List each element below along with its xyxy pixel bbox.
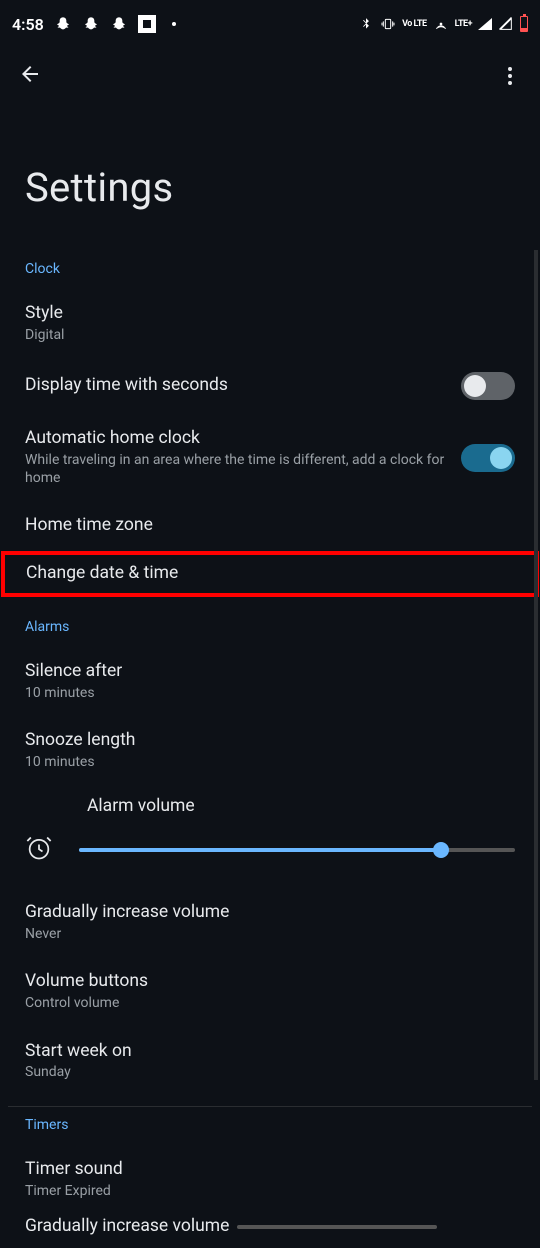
auto-home-clock-toggle[interactable] xyxy=(461,444,515,472)
snapchat-icon xyxy=(110,15,128,33)
setting-timer-sound[interactable]: Timer sound Timer Expired xyxy=(0,1145,540,1214)
setting-snooze-length[interactable]: Snooze length 10 minutes xyxy=(0,716,540,785)
app-bar xyxy=(0,48,540,104)
picture-in-picture-icon xyxy=(138,15,156,33)
setting-style[interactable]: Style Digital xyxy=(0,289,540,358)
setting-title: Change date & time xyxy=(26,563,514,585)
hotspot-icon xyxy=(433,16,449,32)
setting-subtitle: While traveling in an area where the tim… xyxy=(25,452,449,487)
lte-indicator: LTE+ xyxy=(455,19,472,29)
setting-value: Sunday xyxy=(25,1064,515,1082)
setting-title: Home time zone xyxy=(25,515,515,537)
alarm-volume-slider[interactable] xyxy=(79,848,515,852)
setting-title: Snooze length xyxy=(25,730,515,752)
signal-icon xyxy=(478,18,492,30)
setting-home-time-zone[interactable]: Home time zone xyxy=(0,501,540,551)
setting-title: Display time with seconds xyxy=(25,375,449,397)
setting-gradually-increase-volume[interactable]: Gradually increase volume Never xyxy=(0,888,540,957)
setting-silence-after[interactable]: Silence after 10 minutes xyxy=(0,647,540,716)
status-bar: 4:58 Vo LTE LTE+ xyxy=(0,0,540,48)
snapchat-icon xyxy=(82,15,100,33)
setting-title: Gradually increase volume xyxy=(25,902,515,924)
setting-value: Timer Expired xyxy=(25,1183,515,1201)
bluetooth-icon xyxy=(358,16,374,32)
setting-title: Start week on xyxy=(25,1041,515,1063)
setting-display-seconds[interactable]: Display time with seconds xyxy=(0,358,540,414)
setting-value: Never xyxy=(25,926,515,944)
setting-title: Automatic home clock xyxy=(25,428,449,450)
setting-start-week-on[interactable]: Start week on Sunday xyxy=(0,1027,540,1096)
notification-dot-icon xyxy=(172,22,176,26)
vibrate-icon xyxy=(380,16,396,32)
section-header-clock: Clock xyxy=(0,251,540,289)
section-header-alarms: Alarms xyxy=(0,597,540,647)
no-signal-icon xyxy=(498,16,514,32)
setting-value: Control volume xyxy=(25,995,515,1013)
setting-value: Digital xyxy=(25,327,515,345)
status-time: 4:58 xyxy=(12,15,44,34)
setting-title: Style xyxy=(25,303,515,325)
setting-value: 10 minutes xyxy=(25,754,515,772)
setting-timer-gradual-volume[interactable]: Gradually increase volume xyxy=(0,1214,540,1248)
timer-volume-slider[interactable] xyxy=(237,1225,437,1229)
section-header-timers: Timers xyxy=(0,1107,540,1145)
setting-title: Volume buttons xyxy=(25,971,515,993)
more-options-button[interactable] xyxy=(498,64,522,88)
setting-title: Timer sound xyxy=(25,1159,515,1181)
setting-change-date-time[interactable]: Change date & time xyxy=(1,551,539,597)
battery-low-icon xyxy=(520,16,528,32)
volte-icon: Vo LTE xyxy=(402,19,427,29)
setting-volume-buttons[interactable]: Volume buttons Control volume xyxy=(0,957,540,1026)
setting-title: Gradually increase volume xyxy=(25,1216,229,1238)
alarm-volume-label: Alarm volume xyxy=(25,796,515,816)
setting-title: Silence after xyxy=(25,661,515,683)
scroll-indicator xyxy=(534,250,538,1080)
back-button[interactable] xyxy=(18,62,42,90)
setting-value: 10 minutes xyxy=(25,685,515,703)
setting-auto-home-clock[interactable]: Automatic home clock While traveling in … xyxy=(0,414,540,501)
snapchat-icon xyxy=(54,15,72,33)
display-seconds-toggle[interactable] xyxy=(461,372,515,400)
page-title: Settings xyxy=(0,104,540,251)
alarm-clock-icon xyxy=(25,834,53,866)
setting-alarm-volume: Alarm volume xyxy=(0,786,540,888)
